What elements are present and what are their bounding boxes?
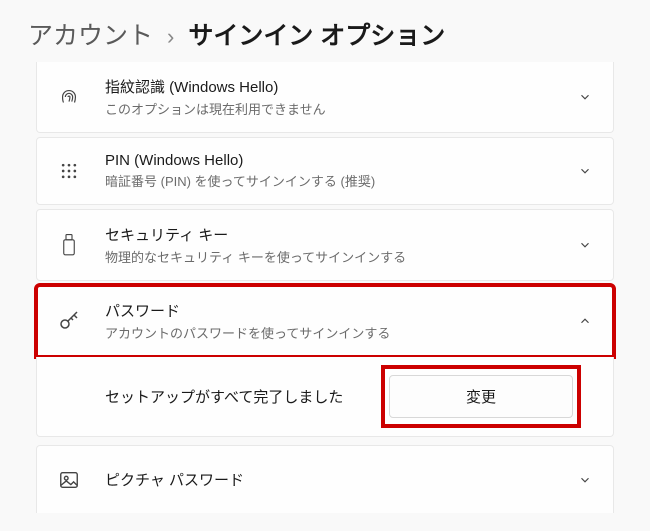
breadcrumb-parent[interactable]: アカウント bbox=[28, 16, 153, 52]
change-button-highlight: 変更 bbox=[389, 375, 573, 418]
option-text: セキュリティ キー 物理的なセキュリティ キーを使ってサインインする bbox=[105, 224, 575, 266]
option-text: PIN (Windows Hello) 暗証番号 (PIN) を使ってサインイン… bbox=[105, 152, 575, 190]
chevron-down-icon bbox=[575, 90, 595, 104]
option-desc: このオプションは現在利用できません bbox=[105, 99, 575, 118]
option-title: 指紋認識 (Windows Hello) bbox=[105, 76, 575, 97]
chevron-down-icon bbox=[575, 164, 595, 178]
breadcrumb: アカウント › サインイン オプション bbox=[0, 0, 650, 70]
password-expanded-panel: セットアップがすべて完了しました 変更 bbox=[36, 357, 614, 437]
option-text: パスワード アカウントのパスワードを使ってサインインする bbox=[105, 300, 575, 342]
chevron-down-icon bbox=[575, 473, 595, 487]
option-title: パスワード bbox=[105, 300, 575, 321]
option-text: ピクチャ パスワード bbox=[105, 469, 575, 490]
usb-key-icon bbox=[55, 233, 83, 257]
option-desc: アカウントのパスワードを使ってサインインする bbox=[105, 323, 575, 342]
fingerprint-icon bbox=[55, 86, 83, 108]
option-pin[interactable]: PIN (Windows Hello) 暗証番号 (PIN) を使ってサインイン… bbox=[36, 137, 614, 205]
picture-icon bbox=[55, 469, 83, 491]
option-security-key[interactable]: セキュリティ キー 物理的なセキュリティ キーを使ってサインインする bbox=[36, 209, 614, 281]
option-desc: 暗証番号 (PIN) を使ってサインインする (推奨) bbox=[105, 171, 575, 190]
chevron-down-icon bbox=[575, 238, 595, 252]
option-picture-password[interactable]: ピクチャ パスワード bbox=[36, 445, 614, 513]
option-title: ピクチャ パスワード bbox=[105, 469, 575, 490]
signin-options-list: 指紋認識 (Windows Hello) このオプションは現在利用できません P… bbox=[0, 70, 650, 513]
breadcrumb-separator: › bbox=[167, 24, 174, 50]
password-status-text: セットアップがすべて完了しました bbox=[105, 386, 389, 407]
option-desc: 物理的なセキュリティ キーを使ってサインインする bbox=[105, 247, 575, 266]
keypad-icon bbox=[55, 161, 83, 181]
option-title: PIN (Windows Hello) bbox=[105, 152, 575, 169]
option-title: セキュリティ キー bbox=[105, 224, 575, 245]
option-text: 指紋認識 (Windows Hello) このオプションは現在利用できません bbox=[105, 76, 575, 118]
option-fingerprint[interactable]: 指紋認識 (Windows Hello) このオプションは現在利用できません bbox=[36, 62, 614, 133]
breadcrumb-current: サインイン オプション bbox=[188, 16, 445, 52]
key-icon bbox=[55, 309, 83, 333]
change-button[interactable]: 変更 bbox=[389, 375, 573, 418]
option-password[interactable]: パスワード アカウントのパスワードを使ってサインインする bbox=[36, 285, 614, 357]
chevron-up-icon bbox=[575, 314, 595, 328]
